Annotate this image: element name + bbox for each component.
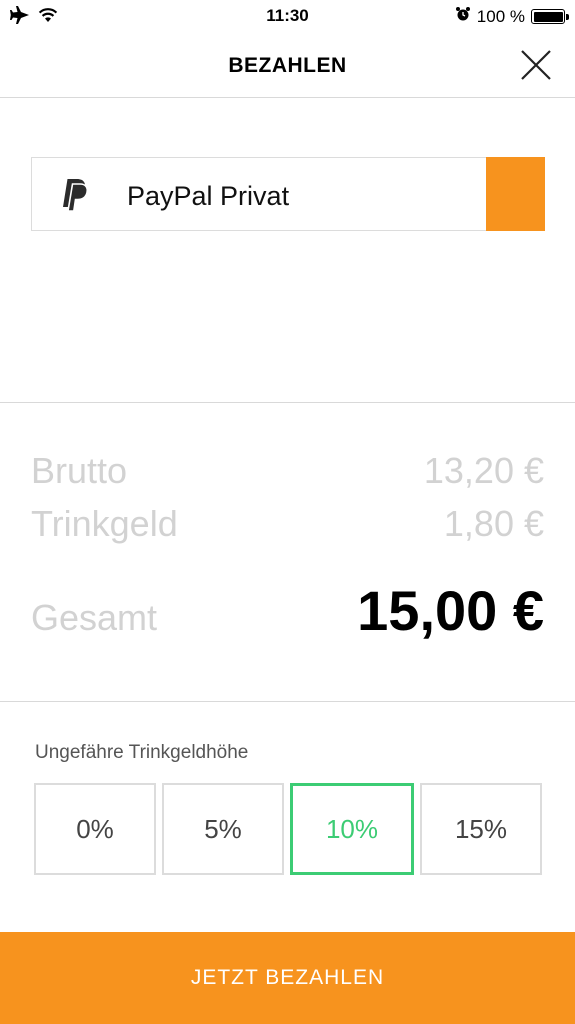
tip-caption: Ungefähre Trinkgeldhöhe	[35, 742, 249, 763]
brutto-row: Brutto 13,20 €	[31, 450, 544, 492]
total-row: Gesamt 15,00 €	[31, 578, 544, 643]
payment-method-card[interactable]: PayPal Privat	[31, 157, 545, 231]
status-right: 100 %	[455, 6, 569, 27]
brutto-value: 13,20 €	[423, 450, 544, 491]
status-bar: 11:30 100 %	[0, 0, 575, 34]
brutto-label: Brutto	[31, 450, 128, 491]
tip-option-10[interactable]: 10%	[290, 783, 414, 875]
close-icon	[521, 50, 551, 80]
divider	[0, 701, 575, 702]
tip-options: 0% 5% 10% 15%	[34, 783, 542, 875]
nav-bar: BEZAHLEN	[0, 34, 575, 98]
tip-option-5[interactable]: 5%	[162, 783, 284, 875]
paypal-icon	[54, 175, 92, 213]
tip-value: 1,80 €	[443, 503, 544, 544]
total-value: 15,00 €	[357, 579, 544, 642]
tip-label: Trinkgeld	[31, 503, 178, 544]
alarm-icon	[455, 6, 471, 27]
battery-icon	[531, 9, 569, 24]
page-title: BEZAHLEN	[228, 54, 347, 77]
close-button[interactable]	[519, 48, 553, 82]
total-label: Gesamt	[31, 597, 158, 638]
pay-now-button[interactable]: JETZT BEZAHLEN	[0, 932, 575, 1024]
tip-option-15[interactable]: 15%	[420, 783, 542, 875]
tip-option-0[interactable]: 0%	[34, 783, 156, 875]
tip-row: Trinkgeld 1,80 €	[31, 503, 544, 545]
battery-percent: 100 %	[476, 6, 525, 26]
divider	[0, 402, 575, 403]
payment-method-label: PayPal Privat	[127, 181, 290, 211]
payment-method-accent	[486, 157, 545, 231]
